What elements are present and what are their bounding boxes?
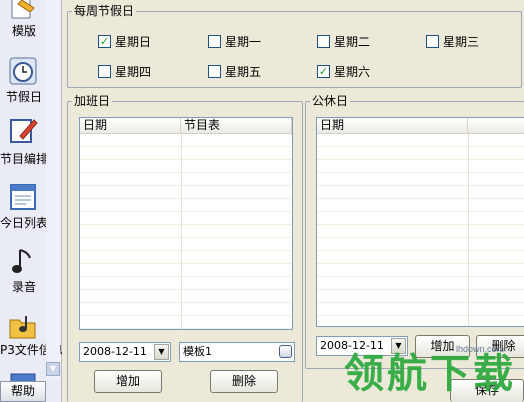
overtime-delete-button[interactable]: 删除: [210, 370, 278, 393]
column-header-extra[interactable]: [468, 118, 524, 134]
nav-label: 模版: [11, 24, 36, 38]
public-holiday-list-header: 日期: [317, 118, 524, 134]
checkbox-label: 星期日: [115, 35, 152, 49]
checkbox-box[interactable]: ✓: [317, 65, 330, 78]
column-divider: [292, 134, 293, 329]
overtime-list-body[interactable]: [80, 134, 292, 329]
checkmark-icon: ✓: [318, 65, 329, 78]
template-browse-icon[interactable]: [279, 345, 292, 358]
checkbox-box[interactable]: [208, 65, 221, 78]
public-holiday-title: 公休日: [310, 94, 351, 108]
nav-label: 今日列表: [0, 216, 49, 230]
nav-label: 节假日: [5, 90, 42, 104]
watermark: lhdown.com 领航下载: [338, 340, 524, 402]
checkbox-label: 星期五: [225, 65, 262, 79]
scroll-down-icon[interactable]: ▼: [46, 362, 60, 376]
checkbox-wednesday[interactable]: 星期三: [426, 33, 479, 50]
checkbox-tuesday[interactable]: 星期二: [317, 33, 370, 50]
checkbox-box[interactable]: [208, 35, 221, 48]
checkbox-box[interactable]: [426, 35, 439, 48]
checkbox-monday[interactable]: 星期一: [208, 33, 261, 50]
column-header-date[interactable]: 日期: [317, 118, 468, 134]
checkbox-friday[interactable]: 星期五: [208, 63, 261, 80]
nav-label: 节目编排: [0, 152, 49, 166]
watermark-text: 领航下载: [344, 351, 516, 397]
overtime-list-header: 日期 节目表: [80, 118, 292, 134]
today-list-icon: [10, 184, 36, 210]
checkbox-saturday[interactable]: ✓ 星期六: [317, 63, 370, 80]
column-header-program[interactable]: 节目表: [181, 118, 292, 134]
template-field[interactable]: 模板1: [179, 342, 295, 362]
checkbox-label: 星期六: [334, 65, 371, 79]
checkbox-box[interactable]: [317, 35, 330, 48]
template-value: 模板1: [183, 345, 212, 358]
column-header-date[interactable]: 日期: [80, 118, 181, 134]
weekly-holiday-group: 每周节假日 ✓ 星期日 星期一 星期二 星期三 星期四 星期五 ✓ 星期六: [67, 4, 522, 88]
public-holiday-list[interactable]: 日期: [316, 117, 524, 327]
column-divider: [181, 134, 182, 329]
nav-scrollbar[interactable]: [46, 0, 60, 380]
column-divider: [468, 134, 469, 326]
program-edit-icon: [10, 119, 38, 143]
chevron-down-icon[interactable]: ▼: [154, 344, 169, 360]
weekly-holiday-title: 每周节假日: [72, 4, 137, 18]
checkbox-box[interactable]: ✓: [98, 35, 111, 48]
checkbox-thursday[interactable]: 星期四: [98, 63, 151, 80]
checkbox-sunday[interactable]: ✓ 星期日: [98, 33, 151, 50]
music-note-icon: [12, 249, 31, 273]
overtime-add-button[interactable]: 增加: [94, 370, 162, 393]
overtime-group: 加班日 日期 节目表 2008-12-11 ▼ 模板1 增加 删除: [67, 94, 303, 402]
folder-music-icon: [9, 316, 36, 339]
overtime-title: 加班日: [72, 94, 113, 108]
checkbox-label: 星期四: [115, 65, 152, 79]
public-holiday-list-body[interactable]: [317, 134, 524, 326]
public-holiday-group: 公休日 日期 2008-12-11 ▼ 增加 删除: [305, 94, 524, 369]
overtime-date-value: 2008-12-11: [83, 345, 147, 358]
checkbox-label: 星期三: [443, 35, 480, 49]
checkmark-icon: ✓: [99, 35, 110, 48]
overtime-date-picker[interactable]: 2008-12-11 ▼: [79, 342, 171, 362]
nav-label: 录音: [11, 280, 36, 294]
left-nav: 模版 节假日 节目编排 今日列表 录音 P3文件信息 ▼ 帮助: [0, 0, 63, 402]
holiday-clock-icon: [9, 57, 37, 85]
checkbox-box[interactable]: [98, 65, 111, 78]
overtime-list[interactable]: 日期 节目表: [79, 117, 293, 330]
help-button[interactable]: 帮助: [0, 381, 46, 402]
checkbox-label: 星期一: [225, 35, 262, 49]
checkbox-label: 星期二: [334, 35, 371, 49]
